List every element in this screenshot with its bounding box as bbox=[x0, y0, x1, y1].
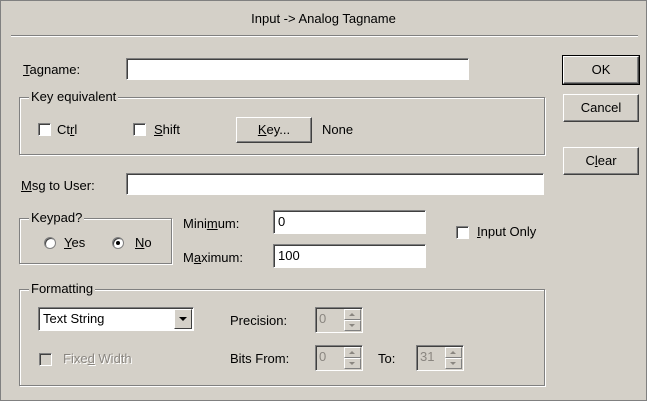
format-select-value: Text String bbox=[43, 311, 105, 326]
tagname-input[interactable] bbox=[126, 58, 469, 80]
dialog-title: Input -> Analog Tagname bbox=[251, 11, 396, 26]
input-only-label[interactable]: Input Only bbox=[477, 224, 536, 240]
maximum-input[interactable]: 100 bbox=[273, 244, 426, 268]
format-select-dropdown-button[interactable] bbox=[174, 309, 192, 329]
format-select[interactable]: Text String bbox=[38, 307, 194, 331]
key-value: None bbox=[322, 122, 354, 137]
precision-spin-down[interactable] bbox=[344, 320, 361, 331]
to-spin-up[interactable] bbox=[445, 347, 462, 358]
input-only-checkbox[interactable] bbox=[456, 226, 469, 239]
clear-button[interactable]: Clear bbox=[563, 147, 639, 175]
spin-up-icon bbox=[349, 351, 355, 354]
key-button[interactable]: Key... bbox=[236, 117, 312, 143]
fixed-width-label: Fixed Width bbox=[63, 351, 132, 366]
formatting-legend: Formatting bbox=[29, 281, 96, 297]
spin-up-icon bbox=[450, 351, 456, 354]
precision-label: Precision: bbox=[230, 313, 288, 328]
formatting-group bbox=[19, 289, 545, 386]
spin-down-icon bbox=[349, 362, 355, 365]
key-equivalent-legend: Key equivalent bbox=[29, 89, 119, 105]
spin-up-icon bbox=[349, 313, 355, 316]
keypad-no-label[interactable]: No bbox=[135, 235, 152, 251]
spin-down-icon bbox=[450, 362, 456, 365]
minimum-input[interactable]: 0 bbox=[273, 210, 426, 234]
spin-down-icon bbox=[349, 324, 355, 327]
keypad-yes-label[interactable]: Yes bbox=[64, 235, 85, 251]
title-separator bbox=[11, 35, 638, 37]
precision-value: 0 bbox=[319, 311, 327, 326]
ctrl-label[interactable]: Ctrl bbox=[57, 122, 77, 138]
shift-checkbox[interactable] bbox=[133, 123, 146, 136]
keypad-no-radio[interactable] bbox=[112, 237, 124, 249]
keypad-legend: Keypad? bbox=[29, 210, 85, 226]
precision-spin-up[interactable] bbox=[344, 309, 361, 320]
shift-label[interactable]: Shift bbox=[154, 122, 180, 138]
bits-from-value: 0 bbox=[319, 349, 327, 364]
ok-button[interactable]: OK bbox=[562, 55, 640, 85]
to-label: To: bbox=[378, 351, 396, 366]
fixed-width-checkbox[interactable] bbox=[39, 353, 52, 366]
to-spin-down[interactable] bbox=[445, 358, 462, 369]
minimum-label: Minimum: bbox=[183, 216, 240, 231]
bits-from-spin-down[interactable] bbox=[344, 358, 361, 369]
dialog-window: Input -> Analog Tagname Tagname: Key equ… bbox=[0, 0, 647, 401]
maximum-label: Maximum: bbox=[183, 250, 243, 265]
keypad-yes-radio[interactable] bbox=[44, 237, 56, 249]
tagname-label: Tagname: bbox=[23, 62, 81, 77]
ctrl-checkbox[interactable] bbox=[38, 123, 51, 136]
bits-from-spin-up[interactable] bbox=[344, 347, 361, 358]
bits-from-label: Bits From: bbox=[230, 351, 290, 366]
dropdown-arrow-icon bbox=[179, 317, 187, 321]
cancel-button[interactable]: Cancel bbox=[563, 94, 639, 122]
msg-to-user-input[interactable] bbox=[126, 173, 544, 195]
to-value: 31 bbox=[420, 349, 435, 364]
msg-to-user-label: Msg to User: bbox=[21, 178, 95, 193]
